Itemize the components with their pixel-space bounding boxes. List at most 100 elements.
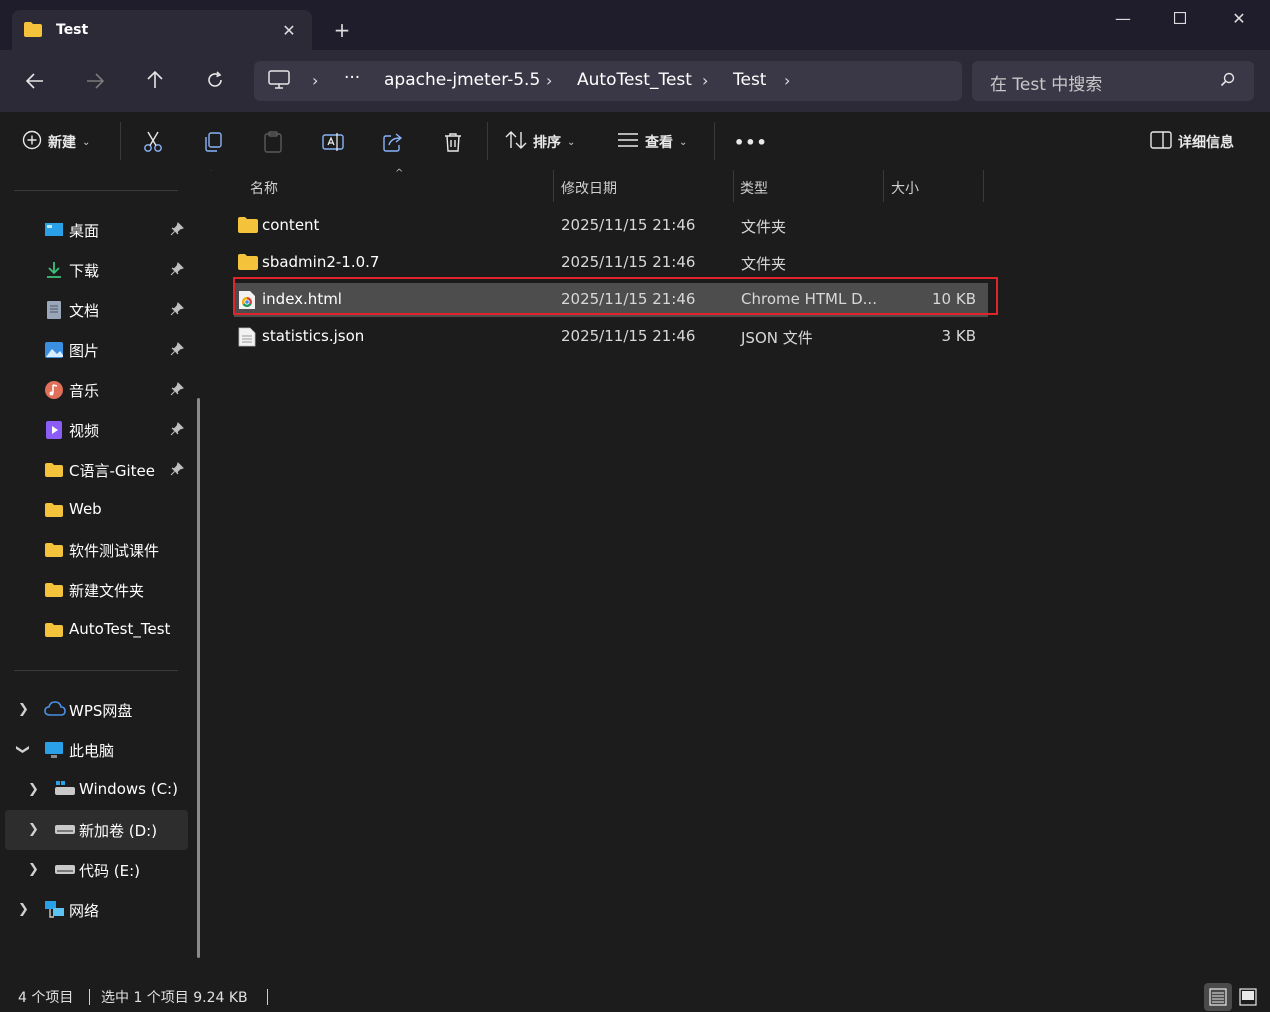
sidebar-item-label: 软件测试课件: [69, 542, 160, 560]
search-icon[interactable]: [1220, 72, 1236, 92]
sidebar-item-drive-c[interactable]: ❯ Windows (C:): [0, 770, 190, 810]
file-row-sbadmin[interactable]: sbadmin2-1.0.7 2025/11/15 21:46 文件夹: [234, 246, 988, 280]
sort-icon: [505, 131, 527, 153]
tiles-view-button[interactable]: [1234, 983, 1262, 1011]
sidebar-item-documents[interactable]: 文档: [0, 290, 190, 330]
breadcrumb-more[interactable]: ···: [344, 68, 360, 88]
cut-icon[interactable]: [139, 128, 167, 156]
chevron-right-icon[interactable]: ›: [784, 71, 790, 90]
paste-icon[interactable]: [259, 128, 287, 156]
pin-icon[interactable]: [170, 302, 184, 320]
sidebar-item-web[interactable]: Web: [0, 490, 190, 530]
sidebar-item-pictures[interactable]: 图片: [0, 330, 190, 370]
sidebar-item-drive-d[interactable]: ❯ 新加卷 (D:): [5, 810, 188, 850]
pin-icon[interactable]: [170, 222, 184, 240]
delete-icon[interactable]: [439, 128, 467, 156]
sidebar-item-this-pc[interactable]: ❯ 此电脑: [0, 730, 190, 770]
item-count: 4 个项目: [18, 990, 74, 1006]
file-date: 2025/11/15 21:46: [561, 253, 696, 271]
new-label: 新建: [48, 135, 76, 151]
pin-icon[interactable]: [170, 422, 184, 440]
column-divider[interactable]: [883, 170, 884, 202]
pin-icon[interactable]: [170, 382, 184, 400]
more-options-button[interactable]: •••: [734, 128, 768, 156]
file-row-content[interactable]: content 2025/11/15 21:46 文件夹: [234, 209, 988, 243]
title-bar: Test ✕ + — ✕: [0, 0, 1270, 50]
rename-icon[interactable]: [319, 128, 347, 156]
sidebar-item-wps[interactable]: ❯ WPS网盘: [0, 690, 190, 730]
sidebar-item-software-test[interactable]: 软件测试课件: [0, 530, 190, 570]
column-header-name[interactable]: 名称: [250, 178, 278, 198]
sidebar-item-music[interactable]: 音乐: [0, 370, 190, 410]
column-divider[interactable]: [983, 170, 984, 202]
folder-icon: [44, 540, 64, 560]
maximize-button[interactable]: [1160, 8, 1200, 30]
close-tab-icon[interactable]: ✕: [276, 19, 302, 43]
sidebar-item-label: Windows (C:): [79, 780, 178, 798]
new-tab-button[interactable]: +: [330, 18, 354, 42]
pin-icon[interactable]: [170, 462, 184, 480]
file-type: 文件夹: [741, 218, 787, 236]
sidebar-item-videos[interactable]: 视频: [0, 410, 190, 450]
chevron-right-icon[interactable]: ❯: [28, 822, 39, 837]
minimize-button[interactable]: —: [1103, 8, 1143, 30]
forward-button[interactable]: [80, 67, 110, 97]
chevron-right-icon[interactable]: ❯: [28, 862, 39, 877]
breadcrumb-test[interactable]: Test: [733, 70, 766, 90]
sidebar-item-label: 网络: [69, 902, 100, 920]
sidebar-item-downloads[interactable]: 下载: [0, 250, 190, 290]
file-row-statistics-json[interactable]: statistics.json 2025/11/15 21:46 JSON 文件…: [234, 320, 988, 354]
new-button[interactable]: 新建 ⌄: [22, 128, 90, 156]
up-button[interactable]: [140, 67, 170, 97]
view-button[interactable]: 查看 ⌄: [617, 128, 687, 156]
column-divider[interactable]: [553, 170, 554, 202]
sidebar-item-drive-e[interactable]: ❯ 代码 (E:): [0, 850, 190, 890]
chevron-right-icon[interactable]: ❯: [18, 902, 29, 917]
document-icon: [44, 300, 64, 320]
status-divider: [267, 989, 268, 1005]
column-header-size[interactable]: 大小: [891, 178, 919, 198]
sort-button[interactable]: 排序 ⌄: [505, 128, 575, 156]
search-box[interactable]: 在 Test 中搜索: [972, 61, 1254, 101]
desktop-icon: [44, 220, 64, 240]
folder-icon: [24, 22, 42, 41]
sidebar-item-c-gitee[interactable]: C语言-Gitee: [0, 450, 190, 490]
sidebar-item-new-folder[interactable]: 新建文件夹: [0, 570, 190, 610]
details-pane-button[interactable]: 详细信息: [1150, 128, 1234, 156]
pin-icon[interactable]: [170, 262, 184, 280]
music-icon: [44, 380, 64, 400]
view-label: 查看: [645, 135, 673, 151]
download-icon: [44, 260, 64, 280]
column-header-type[interactable]: 类型: [740, 178, 768, 198]
toolbar-divider: [714, 122, 715, 160]
share-icon[interactable]: [379, 128, 407, 156]
sidebar-item-label: 视频: [69, 422, 100, 440]
pin-icon[interactable]: [170, 342, 184, 360]
selection-highlight-outline: [233, 277, 998, 315]
chevron-down-icon[interactable]: ❯: [15, 744, 30, 755]
sidebar-item-network[interactable]: ❯ 网络: [0, 890, 190, 930]
selection-info: 选中 1 个项目 9.24 KB: [101, 990, 248, 1006]
sidebar-item-label: 文档: [69, 302, 100, 320]
column-divider[interactable]: [733, 170, 734, 202]
computer-icon: [268, 70, 290, 94]
sidebar-item-autotest[interactable]: AutoTest_Test: [0, 610, 190, 650]
chevron-right-icon[interactable]: ❯: [28, 782, 39, 797]
chevron-right-icon[interactable]: ❯: [18, 702, 29, 717]
breadcrumb-autotest[interactable]: AutoTest_Test: [577, 70, 692, 90]
breadcrumb-apache-jmeter[interactable]: apache-jmeter-5.5: [384, 70, 540, 90]
chevron-right-icon: ›: [312, 71, 319, 90]
sidebar-item-desktop[interactable]: 桌面: [0, 210, 190, 250]
column-header-date[interactable]: 修改日期: [561, 178, 617, 198]
refresh-button[interactable]: [200, 67, 230, 97]
sidebar-scrollbar[interactable]: [197, 398, 200, 958]
back-button[interactable]: [20, 67, 50, 97]
tab-test[interactable]: Test ✕: [12, 10, 312, 50]
navigation-bar: › ··· apache-jmeter-5.5 › AutoTest_Test …: [0, 50, 1270, 112]
file-type: JSON 文件: [741, 329, 813, 347]
copy-icon[interactable]: [199, 128, 227, 156]
address-bar[interactable]: › ··· apache-jmeter-5.5 › AutoTest_Test …: [254, 61, 962, 101]
divider: [14, 190, 178, 191]
details-view-button[interactable]: [1204, 983, 1232, 1011]
close-window-button[interactable]: ✕: [1219, 8, 1259, 30]
